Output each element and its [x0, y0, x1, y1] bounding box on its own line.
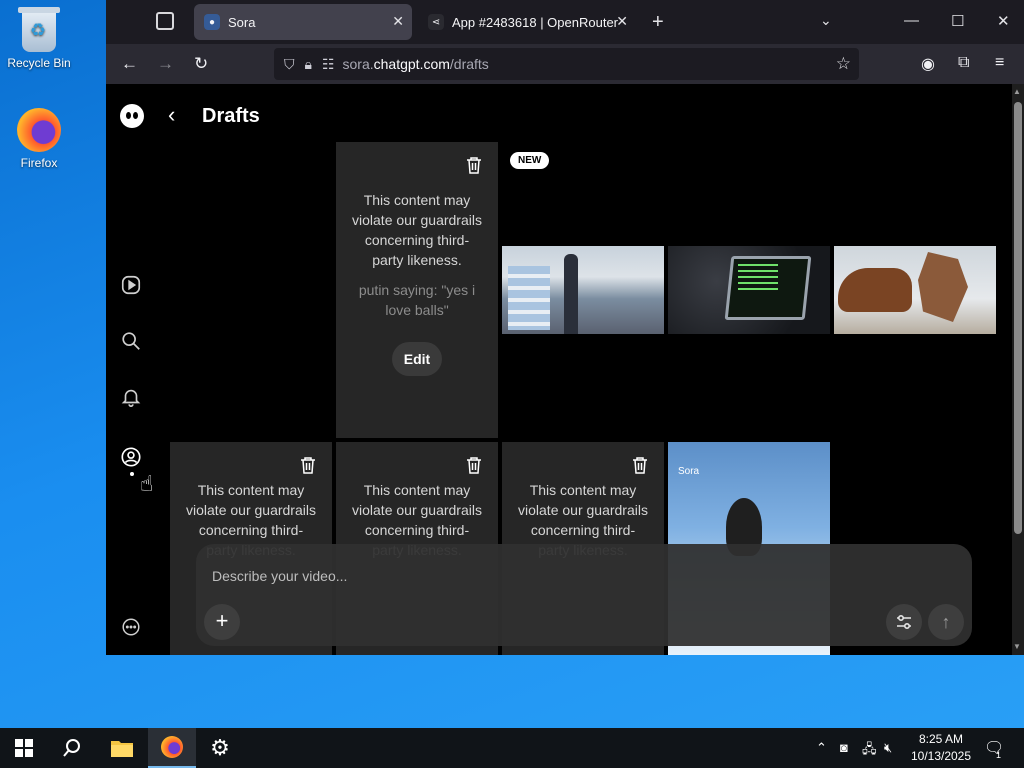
- taskbar: ⚙ ⌃ ◙ 🖧︎ 🔇︎ 8:25 AM 10/13/2025 🗨︎ 1: [0, 728, 1024, 768]
- active-indicator-dot: [130, 472, 134, 476]
- page-viewport: ‹ Drafts ☝ This content may violate our …: [106, 84, 1024, 655]
- draft-card-blocked[interactable]: This content may violate our guardrails …: [336, 142, 498, 438]
- more-options-icon[interactable]: [120, 616, 142, 638]
- recycle-bin-icon: [18, 7, 60, 52]
- trash-icon[interactable]: [466, 156, 482, 174]
- notification-count: 1: [996, 750, 1002, 760]
- firefox-desktop-icon[interactable]: Firefox: [4, 108, 74, 170]
- firefox-taskbar-icon[interactable]: [148, 728, 196, 768]
- browser-window: ● Sora ✕ ⋖ App #2483618 | OpenRouter ✕ +…: [106, 0, 1024, 655]
- lock-icon[interactable]: 🔒︎: [305, 56, 312, 73]
- new-badge: NEW: [510, 152, 550, 169]
- tab-title: App #2483618 | OpenRouter: [452, 14, 619, 30]
- tab-title: Sora: [228, 14, 256, 30]
- page-title: Drafts: [202, 105, 260, 127]
- add-media-button[interactable]: +: [204, 604, 240, 640]
- forward-arrow-icon[interactable]: →: [157, 54, 174, 74]
- webcam-icon[interactable]: ◙: [840, 740, 848, 755]
- volume-muted-icon[interactable]: 🔇︎: [884, 740, 892, 756]
- video-thumbnail-laptop[interactable]: [668, 246, 830, 334]
- tab-bar: ● Sora ✕ ⋖ App #2483618 | OpenRouter ✕ +…: [106, 0, 1024, 44]
- chevron-down-icon[interactable]: ⌄: [820, 12, 832, 29]
- video-thumbnail-horse-wall[interactable]: [834, 246, 996, 334]
- settings-sliders-button[interactable]: [886, 604, 922, 640]
- trash-icon[interactable]: [632, 456, 648, 474]
- back-chevron-icon[interactable]: ‹: [168, 102, 175, 128]
- scrollbar-thumb[interactable]: [1014, 102, 1022, 534]
- maximize-icon[interactable]: ☐: [951, 12, 964, 30]
- minimize-icon[interactable]: —: [904, 12, 919, 29]
- edit-button[interactable]: Edit: [391, 342, 443, 376]
- clock-time: 8:25 AM: [918, 732, 964, 746]
- firefox-icon: [17, 108, 61, 152]
- bookmark-star-icon[interactable]: ☆: [836, 54, 851, 74]
- guardrail-message: This content may violate our guardrails …: [352, 192, 482, 268]
- bell-icon[interactable]: [120, 386, 142, 408]
- chevron-up-icon[interactable]: ⌃: [816, 740, 827, 756]
- page-scrollbar[interactable]: ▲ ▼: [1012, 84, 1024, 655]
- prompt-input[interactable]: Describe your video...: [212, 568, 347, 584]
- recycle-bin-label: Recycle Bin: [7, 56, 71, 70]
- extensions-icon[interactable]: ⧉: [958, 54, 969, 72]
- prompt-composer: Describe your video... + ↑: [196, 544, 972, 646]
- menu-hamburger-icon[interactable]: ≡: [995, 54, 1004, 72]
- sora-favicon-icon: ●: [204, 14, 220, 30]
- openrouter-favicon-icon: ⋖: [428, 14, 444, 30]
- start-windows-icon[interactable]: [0, 728, 48, 768]
- file-explorer-icon[interactable]: [98, 728, 146, 768]
- close-tab-icon[interactable]: ✕: [616, 13, 628, 30]
- scroll-up-icon[interactable]: ▲: [1013, 87, 1021, 96]
- url-text: sora.chatgpt.com/drafts: [342, 56, 489, 72]
- notifications-icon[interactable]: 🗨︎: [984, 738, 1004, 758]
- trash-icon[interactable]: [466, 456, 482, 474]
- send-arrow-button[interactable]: ↑: [928, 604, 964, 640]
- shield-icon[interactable]: ⛉: [284, 56, 295, 73]
- clock-date: 10/13/2025: [910, 749, 972, 763]
- back-arrow-icon[interactable]: ←: [121, 54, 138, 74]
- search-icon[interactable]: [48, 728, 96, 768]
- network-icon[interactable]: 🖧︎: [862, 740, 877, 762]
- profile-icon[interactable]: [120, 446, 142, 468]
- sora-logo[interactable]: [120, 104, 144, 128]
- video-play-icon[interactable]: [120, 274, 142, 296]
- firefox-label: Firefox: [20, 156, 58, 170]
- search-icon[interactable]: [120, 330, 142, 352]
- draft-prompt: putin saying: "yes i love balls": [358, 282, 476, 318]
- tab-list-icon[interactable]: [156, 12, 174, 30]
- scroll-down-icon[interactable]: ▼: [1013, 642, 1021, 651]
- trash-icon[interactable]: [300, 456, 316, 474]
- system-clock[interactable]: 8:25 AM 10/13/2025: [908, 731, 974, 765]
- firefox-icon: [161, 736, 183, 758]
- recycle-bin-desktop-icon[interactable]: Recycle Bin: [4, 7, 74, 70]
- video-thumbnail-warehouse[interactable]: [502, 246, 664, 334]
- tab-sora[interactable]: ● Sora ✕: [194, 4, 412, 40]
- reload-icon[interactable]: ↻: [194, 54, 208, 74]
- new-tab-plus-icon[interactable]: +: [652, 11, 664, 34]
- close-tab-icon[interactable]: ✕: [392, 13, 404, 30]
- settings-gear-icon[interactable]: ⚙: [196, 728, 244, 768]
- address-bar[interactable]: ⛉ 🔒︎ ☷ sora.chatgpt.com/drafts ☆: [274, 48, 859, 80]
- sora-watermark: Sora: [678, 466, 700, 477]
- account-icon[interactable]: ◉: [921, 54, 935, 74]
- tab-openrouter[interactable]: ⋖ App #2483618 | OpenRouter ✕: [418, 4, 636, 40]
- site-permissions-icon[interactable]: ☷: [322, 56, 335, 73]
- hand-cursor-icon: ☝: [140, 471, 154, 496]
- navigation-bar: ← → ↻ ⛉ 🔒︎ ☷ sora.chatgpt.com/drafts ☆ ◉…: [106, 44, 1024, 84]
- close-window-icon[interactable]: ✕: [997, 12, 1010, 30]
